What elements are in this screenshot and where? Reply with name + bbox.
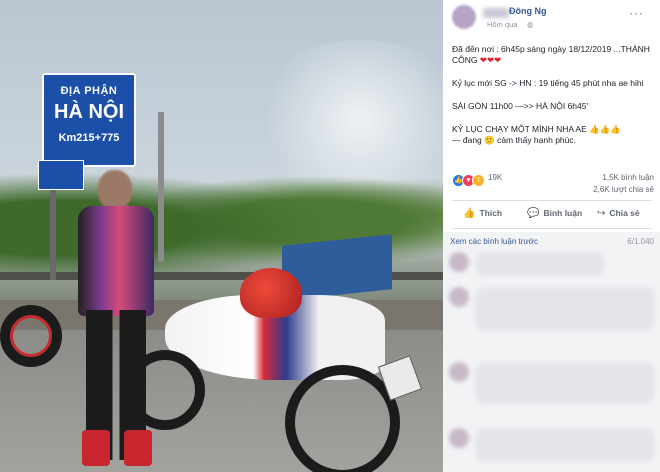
globe-icon: ◍ [527,20,534,29]
share-label: Chia sẻ [609,208,640,218]
sign-line-3: Km215+775 [58,132,120,144]
rider-head-blurred [98,170,132,210]
like-button[interactable]: 👍 Thích [463,208,502,219]
left-boot [82,430,110,466]
comment-button[interactable]: 💬 Bình luận [527,208,582,219]
post-line-2: Kỷ lục mới SG -> HN : 19 tiếng 45 phút n… [452,78,644,88]
wow-reaction-icon: ! [472,174,485,188]
helmet [240,268,302,318]
author-name[interactable]: Đông Ng [509,6,547,16]
post-time[interactable]: Hôm qua [487,20,517,29]
reaction-icons[interactable]: 👍 ♥! [452,172,485,190]
divider [452,228,652,229]
like-label: Thích [479,208,503,218]
author-name-blur [483,8,509,18]
comment-bubble [475,362,655,404]
comments-section: Xem các bình luận trước 6/1.040 [443,232,660,472]
avatar[interactable] [452,5,476,29]
post-line-4: KỶ LỤC CHẠY MỘT MÌNH NHA AE 👍👍👍 [452,124,621,134]
divider [452,200,652,201]
post-header: Đông Ng Hôm qua ◍ ··· [443,0,660,40]
comment-icon: 💬 [527,208,540,219]
view-previous-comments[interactable]: Xem các bình luận trước [450,237,538,246]
post-stats: 👍 ♥! 19K 1,5K bình luận 2,6K lượt chia sẻ [443,166,660,196]
comment-count[interactable]: 1,5K bình luận [602,173,654,182]
comment-bubble [475,287,655,331]
thumbs-up-icon: 👍 [463,208,476,219]
sign-line-2: HÀ NỘI [54,101,124,123]
post-photo[interactable]: ĐỊA PHẬN HÀ NỘI Km215+775 [0,0,443,472]
commenter-avatar[interactable] [449,362,469,382]
post-text: Đã đến nơi : 6h45p sáng ngày 18/12/2019 … [452,44,654,158]
comment-bubble [475,252,605,276]
share-count[interactable]: 2,6K lượt chia sẻ [593,185,654,194]
comment-label: Bình luận [543,208,583,218]
post-side-panel: Đông Ng Hôm qua ◍ ··· Đã đến nơi : 6h45p… [443,0,660,472]
commenter-avatar[interactable] [449,287,469,307]
post-line-3: SÀI GÒN 11h00 —>> HÀ NỘI 6h45' [452,101,589,111]
comments-count: 6/1.040 [627,237,654,246]
rear-wheel [125,350,205,430]
reaction-count[interactable]: 19K [488,173,502,182]
post-actions: 👍 Thích 💬 Bình luận ↪ Chia sẻ [443,204,660,226]
more-options-icon[interactable]: ··· [629,6,644,20]
share-button[interactable]: ↪ Chia sẻ [597,208,640,219]
commenter-avatar[interactable] [449,428,469,448]
comment-bubble [475,428,655,462]
post-feeling: — đang 🙂 cảm thấy hạnh phúc. [452,135,576,145]
sign-line-1: ĐỊA PHẬN [60,85,118,97]
post-line-1: Đã đến nơi : 6h45p sáng ngày 18/12/2019 … [452,44,654,66]
hearts-emoji: ❤❤❤ [479,55,502,65]
hanoi-boundary-sign: ĐỊA PHẬN HÀ NỘI Km215+775 [42,73,136,167]
share-icon: ↪ [597,208,606,219]
commenter-avatar[interactable] [449,252,469,272]
